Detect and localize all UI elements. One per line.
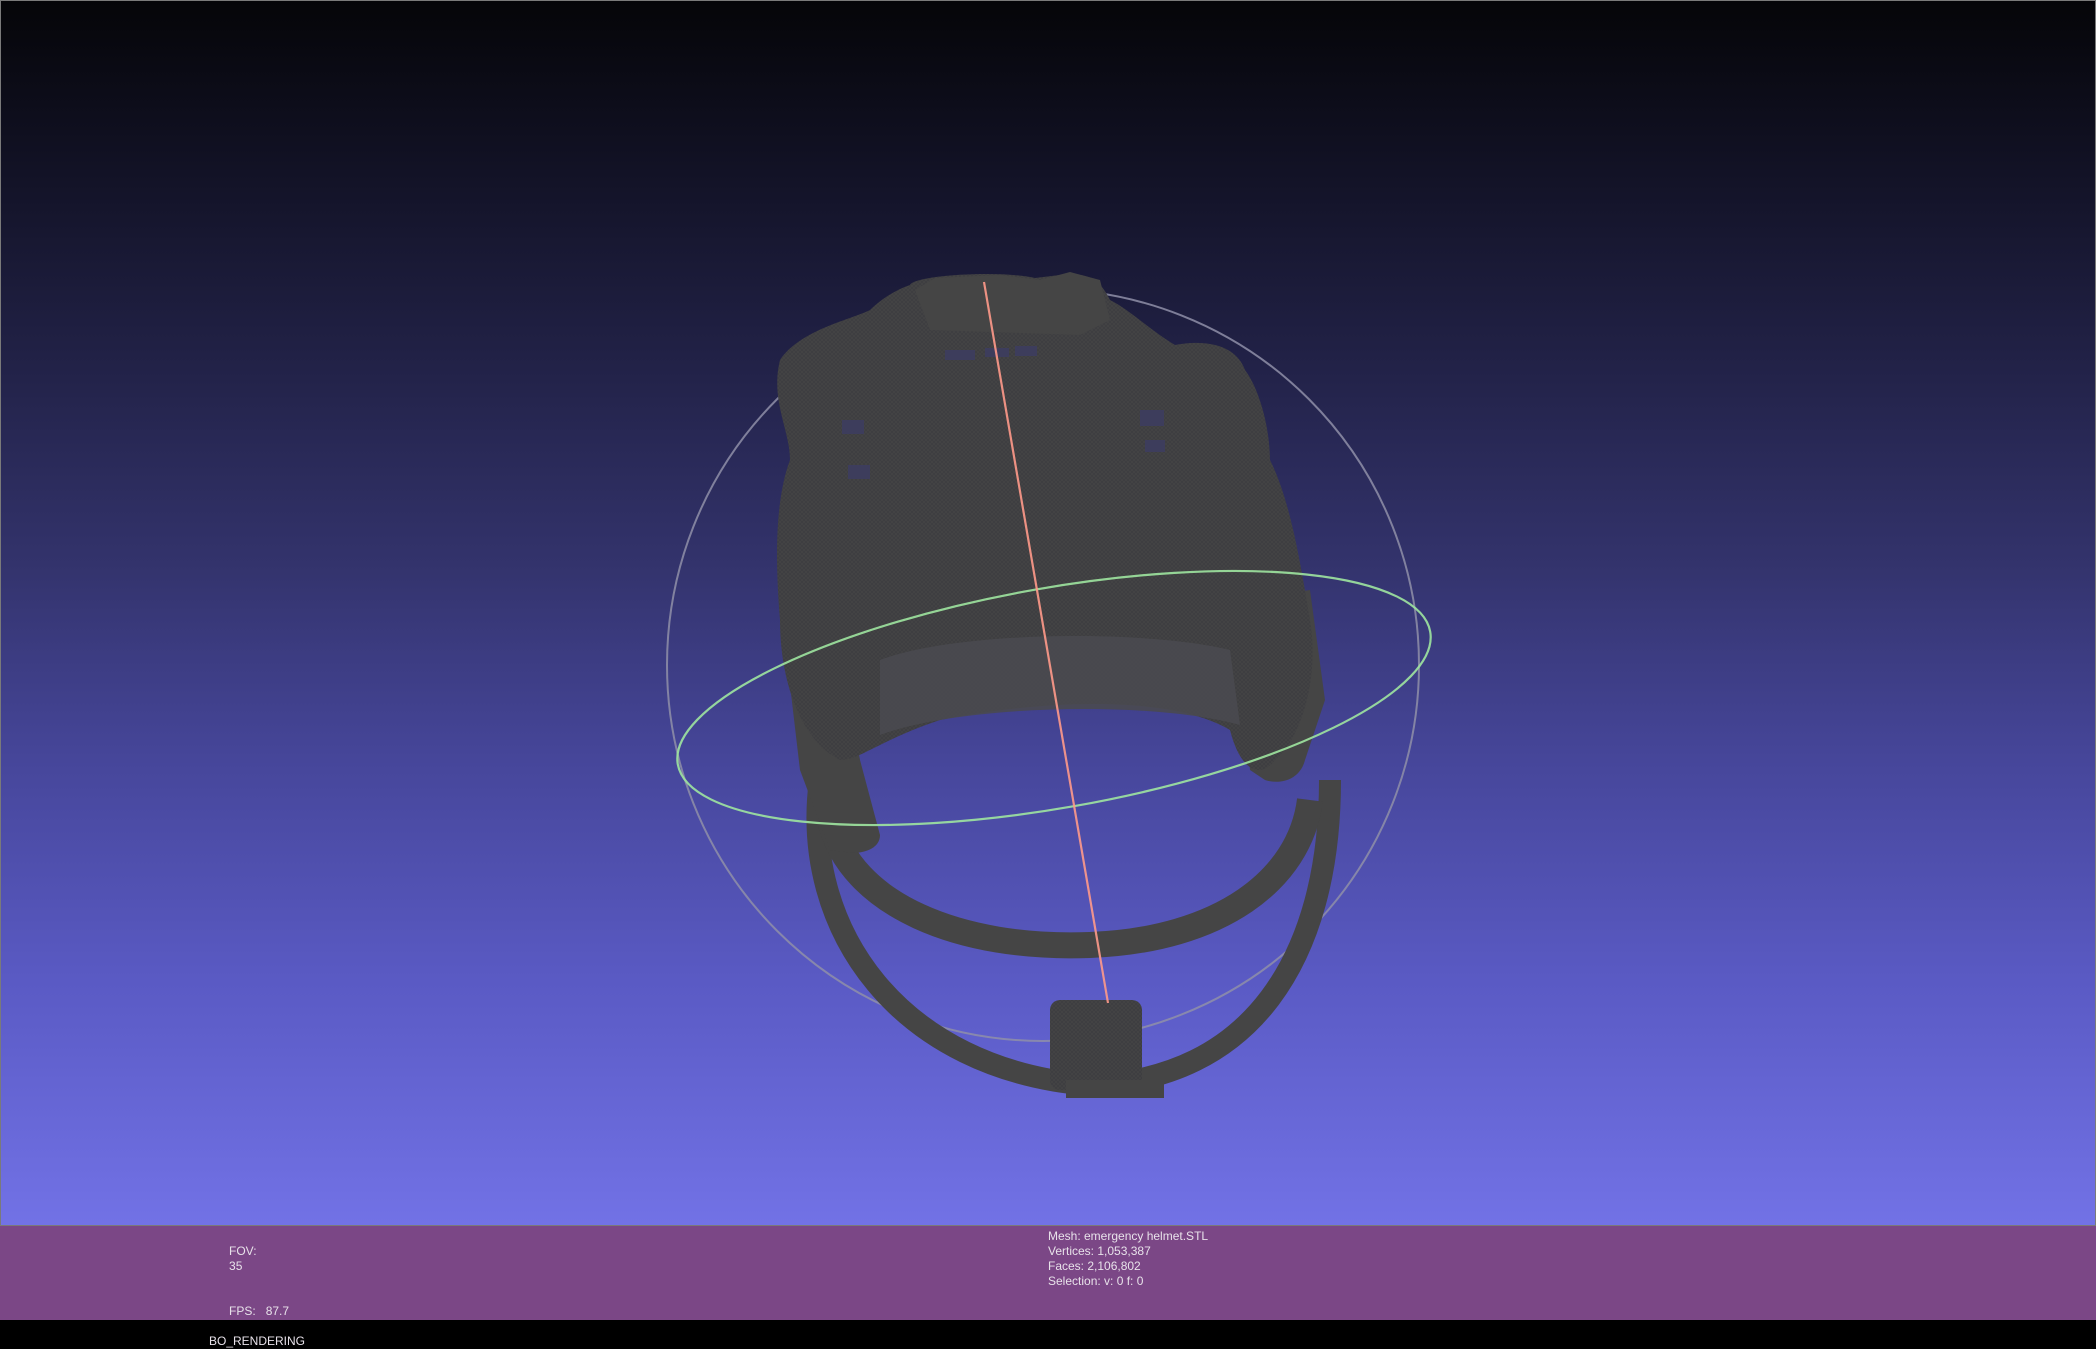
scene-canvas[interactable] [0, 0, 2096, 1226]
mesh-info: Mesh: emergency helmet.STL Vertices: 1,0… [1048, 1229, 1208, 1289]
fov-label: FOV: [229, 1244, 257, 1258]
mesh-name: Mesh: emergency helmet.STL [1048, 1229, 1209, 1243]
3d-viewport[interactable] [0, 0, 2096, 1226]
fov-row: FOV: 35 [209, 1229, 305, 1289]
fps-row: FPS: 87.7 [209, 1289, 305, 1334]
fps-value: 87.7 [265, 1304, 290, 1318]
fps-label: FPS: [229, 1304, 256, 1318]
helmet-crown-top [915, 272, 1110, 335]
fov-value: 35 [229, 1259, 243, 1273]
face-count: Faces: 2,106,802 [1048, 1259, 1141, 1273]
rear-clip-bottom [1066, 1080, 1164, 1098]
render-info: FOV: 35 FPS: 87.7 BO_RENDERING [209, 1229, 305, 1349]
rear-strap-inner [817, 797, 1323, 959]
info-bar: FOV: 35 FPS: 87.7 BO_RENDERING Mesh: emer… [0, 1226, 2096, 1348]
vertex-count: Vertices: 1,053,387 [1048, 1244, 1151, 1258]
rear-clip [1050, 1000, 1142, 1090]
render-mode: BO_RENDERING [209, 1334, 306, 1348]
selection-info: Selection: v: 0 f: 0 [1048, 1274, 1144, 1288]
